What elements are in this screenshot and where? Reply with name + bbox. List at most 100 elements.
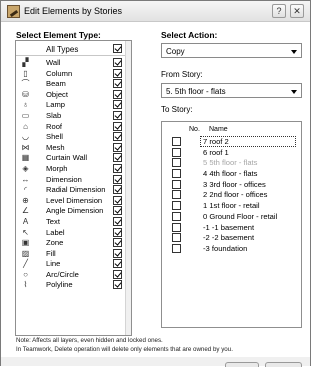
- element-type-row[interactable]: ◜ Radial Dimension: [16, 184, 131, 195]
- story-row[interactable]: 2 2nd floor - offices: [162, 189, 301, 200]
- story-checkbox[interactable]: [172, 211, 181, 221]
- element-type-checkbox[interactable]: [113, 142, 122, 152]
- element-type-row[interactable]: ⛁ Object: [16, 89, 131, 100]
- story-name: 4 4th floor - flats: [203, 169, 258, 179]
- element-type-row[interactable]: ◈ Morph: [16, 163, 131, 174]
- element-type-row[interactable]: A Text: [16, 216, 131, 227]
- element-type-checkbox[interactable]: [113, 58, 122, 67]
- element-type-checkbox[interactable]: [113, 185, 122, 195]
- element-type-checkbox[interactable]: [113, 238, 122, 248]
- action-heading: Select Action:: [161, 30, 218, 40]
- story-row[interactable]: 1 1st floor - retail: [162, 200, 301, 211]
- column-header-no[interactable]: No.: [189, 126, 200, 133]
- element-type-checkbox[interactable]: [113, 259, 122, 269]
- element-type-checkbox[interactable]: [113, 121, 122, 131]
- story-checkbox[interactable]: [172, 137, 181, 146]
- all-types-label: All Types: [46, 45, 79, 54]
- close-button[interactable]: ✕: [290, 4, 304, 18]
- to-story-list[interactable]: No. Name 7 roof 26 roof 15 5th floor - f…: [161, 121, 302, 328]
- element-list-scrollbar[interactable]: [125, 41, 131, 335]
- from-story-value: 5. 5th floor - flats: [166, 87, 226, 96]
- story-row[interactable]: 0 Ground Floor - retail: [162, 211, 301, 222]
- story-checkbox[interactable]: [172, 169, 181, 179]
- element-type-row[interactable]: ♁ Lamp: [16, 99, 131, 110]
- level-dimension-icon: ⊕: [22, 195, 29, 205]
- element-type-label: Dimension: [46, 174, 82, 184]
- story-row[interactable]: -3 foundation: [162, 243, 301, 254]
- element-type-list[interactable]: All Types ▞ Wall ▯ Column ⌒ Beam ⛁ Object ♁ Lamp ▭…: [15, 40, 132, 336]
- from-story-select[interactable]: 5. 5th floor - flats: [161, 83, 302, 98]
- element-type-label: Mesh: [46, 142, 65, 152]
- element-type-checkbox[interactable]: [113, 269, 122, 279]
- element-type-row[interactable]: ∠ Angle Dimension: [16, 205, 131, 216]
- element-type-row[interactable]: ▨ Fill: [16, 248, 131, 259]
- element-type-row[interactable]: ▣ Zone: [16, 237, 131, 248]
- action-select-value: Copy: [166, 47, 185, 56]
- element-type-checkbox[interactable]: [113, 174, 122, 184]
- element-type-row[interactable]: ◡ Shell: [16, 131, 131, 142]
- element-type-row[interactable]: ▯ Column: [16, 68, 131, 79]
- app-icon: [7, 5, 20, 18]
- story-row[interactable]: 6 roof 1: [162, 147, 301, 158]
- help-button[interactable]: ?: [272, 4, 286, 18]
- element-type-label: Object: [46, 89, 68, 99]
- element-type-checkbox[interactable]: [113, 89, 122, 99]
- story-row[interactable]: 4 4th floor - flats: [162, 168, 301, 179]
- element-type-checkbox[interactable]: [113, 79, 122, 89]
- element-type-row[interactable]: ⊕ Level Dimension: [16, 195, 131, 206]
- story-name: -2 -2 basement: [203, 233, 255, 243]
- element-type-row[interactable]: ▭ Slab: [16, 110, 131, 121]
- story-checkbox[interactable]: [172, 243, 181, 253]
- angle-dimension-icon: ∠: [21, 206, 30, 216]
- story-checkbox[interactable]: [172, 147, 181, 157]
- element-type-row[interactable]: ↖ Label: [16, 227, 131, 238]
- element-type-label: Angle Dimension: [46, 206, 104, 216]
- column-header-name[interactable]: Name: [209, 126, 228, 133]
- story-checkbox[interactable]: [172, 179, 181, 189]
- element-type-checkbox[interactable]: [113, 216, 122, 226]
- element-type-row[interactable]: ○ Arc/Circle: [16, 269, 131, 280]
- all-types-row[interactable]: All Types: [16, 41, 131, 56]
- all-types-checkbox[interactable]: [113, 44, 122, 53]
- element-type-checkbox[interactable]: [113, 280, 122, 290]
- title-bar[interactable]: Edit Elements by Stories ? ✕: [1, 1, 310, 22]
- element-type-checkbox[interactable]: [113, 248, 122, 258]
- element-type-checkbox[interactable]: [113, 110, 122, 120]
- story-row[interactable]: -2 -2 basement: [162, 232, 301, 243]
- element-type-checkbox[interactable]: [113, 153, 122, 163]
- story-checkbox[interactable]: [172, 222, 181, 232]
- element-type-checkbox[interactable]: [113, 132, 122, 142]
- story-checkbox[interactable]: [172, 201, 181, 211]
- story-row[interactable]: 7 roof 2: [172, 136, 296, 147]
- element-type-row[interactable]: ↔ Dimension: [16, 174, 131, 185]
- story-row[interactable]: 5 5th floor - flats: [162, 157, 301, 168]
- story-name: 6 roof 1: [203, 147, 229, 157]
- element-type-row[interactable]: ╱ Line: [16, 258, 131, 269]
- story-row[interactable]: 3 3rd floor - offices: [162, 179, 301, 190]
- element-type-row[interactable]: ▦ Curtain Wall: [16, 152, 131, 163]
- story-checkbox[interactable]: [172, 158, 181, 168]
- element-type-checkbox[interactable]: [113, 227, 122, 237]
- action-select[interactable]: Copy: [161, 43, 302, 58]
- note-text: Note: Affects all layers, even hidden an…: [16, 336, 233, 354]
- element-type-checkbox[interactable]: [113, 163, 122, 173]
- ok-button[interactable]: [265, 362, 302, 367]
- element-type-checkbox[interactable]: [113, 206, 122, 216]
- element-type-checkbox[interactable]: [113, 68, 122, 78]
- text-icon: A: [22, 216, 29, 226]
- element-type-row[interactable]: ⌂ Roof: [16, 121, 131, 132]
- element-rows: ▞ Wall ▯ Column ⌒ Beam ⛁ Object ♁ Lamp ▭ Slab ⌂ Roof ◡…: [16, 57, 131, 290]
- lamp-icon: ♁: [22, 100, 29, 110]
- story-checkbox[interactable]: [172, 233, 181, 243]
- story-name: 0 Ground Floor - retail: [203, 211, 278, 221]
- story-row[interactable]: -1 -1 basement: [162, 222, 301, 233]
- cancel-button[interactable]: [225, 362, 259, 367]
- element-type-label: Shell: [46, 132, 63, 142]
- element-type-row[interactable]: ⌇ Polyline: [16, 279, 131, 290]
- element-type-row[interactable]: ⋈ Mesh: [16, 142, 131, 153]
- element-type-row[interactable]: ▞ Wall: [16, 57, 131, 68]
- element-type-checkbox[interactable]: [113, 100, 122, 110]
- element-type-row[interactable]: ⌒ Beam: [16, 78, 131, 89]
- element-type-checkbox[interactable]: [113, 195, 122, 205]
- story-checkbox[interactable]: [172, 190, 181, 200]
